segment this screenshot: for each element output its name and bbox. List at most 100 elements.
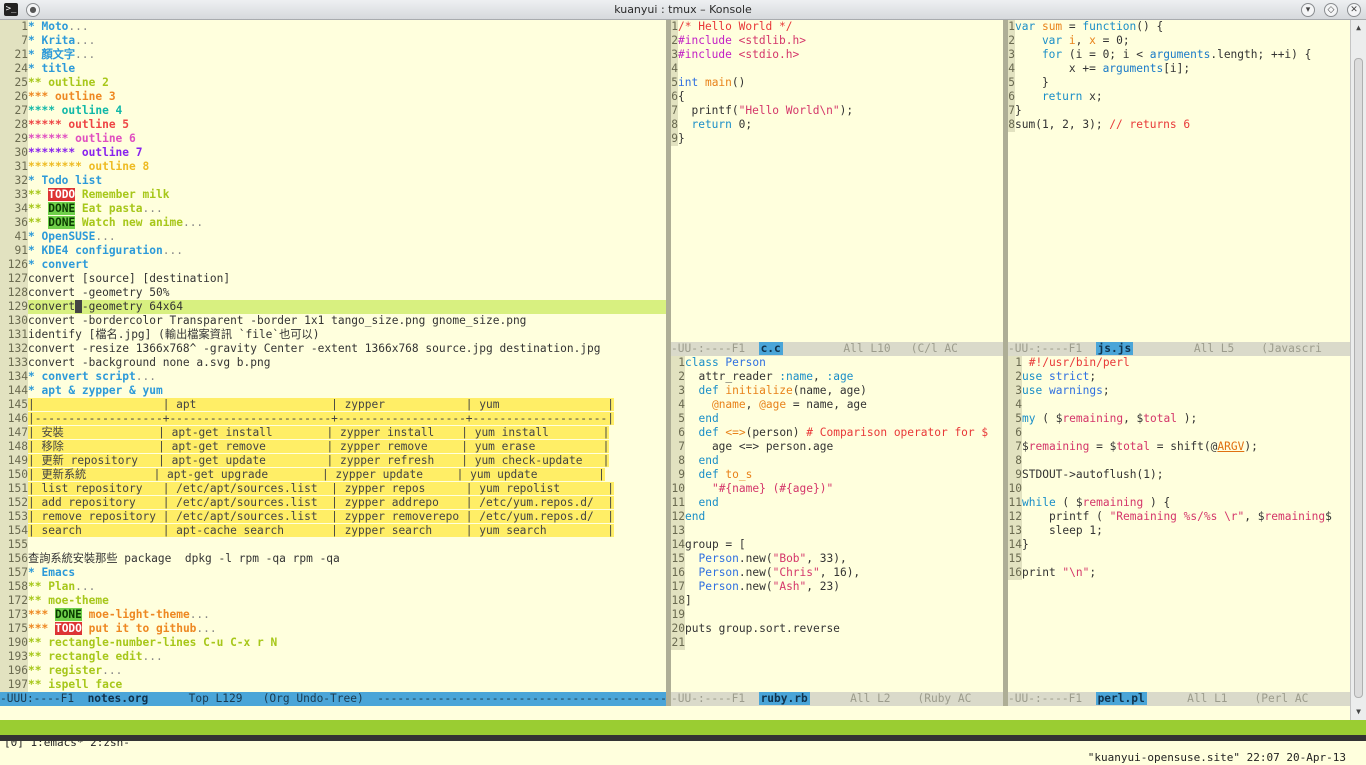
minibuffer[interactable] [0, 706, 1350, 720]
code-line[interactable]: 146|-------------------+----------------… [0, 412, 666, 426]
code-line[interactable]: 129convert -geometry 64x64 [0, 300, 666, 314]
code-line[interactable]: 14group = [ [671, 538, 1003, 552]
code-line[interactable]: 16print "\n"; [1008, 566, 1350, 580]
code-line[interactable]: 15 [1008, 552, 1350, 566]
code-line[interactable]: 9} [671, 132, 1003, 146]
code-line[interactable]: 157* Emacs [0, 566, 666, 580]
maximize-icon[interactable]: ◇ [1324, 3, 1338, 17]
code-line[interactable]: 9STDOUT->autoflush(1); [1008, 468, 1350, 482]
buffer-name[interactable]: notes.org [88, 692, 149, 705]
code-line[interactable]: 132convert -resize 1366x768^ -gravity Ce… [0, 342, 666, 356]
code-line[interactable]: 30******* outline 7 [0, 146, 666, 160]
code-line[interactable]: 2use strict; [1008, 370, 1350, 384]
code-line[interactable]: 36** DONE Watch new anime... [0, 216, 666, 230]
code-line[interactable]: 10 [1008, 482, 1350, 496]
code-line[interactable]: 13 [671, 524, 1003, 538]
code-line[interactable]: 24* title [0, 62, 666, 76]
code-line[interactable]: 8 [1008, 454, 1350, 468]
code-line[interactable]: 4 x += arguments[i]; [1008, 62, 1350, 76]
code-line[interactable]: 91* KDE4 configuration... [0, 244, 666, 258]
code-line[interactable]: 3 for (i = 0; i < arguments.length; ++i)… [1008, 48, 1350, 62]
js-editor-pane[interactable]: 1var sum = function() {2 var i, x = 0; 3 … [1008, 20, 1350, 342]
code-line[interactable]: 3 def initialize(name, age) [671, 384, 1003, 398]
code-line[interactable]: 193** rectangle edit... [0, 650, 666, 664]
code-line[interactable]: 15 Person.new("Bob", 33), [671, 552, 1003, 566]
code-line[interactable]: 7 age <=> person.age [671, 440, 1003, 454]
code-line[interactable]: 144* apt & zypper & yum [0, 384, 666, 398]
code-line[interactable]: 7* Krita... [0, 34, 666, 48]
code-line[interactable]: 8 return 0; [671, 118, 1003, 132]
code-line[interactable]: 31******** outline 8 [0, 160, 666, 174]
code-line[interactable]: 6 [1008, 426, 1350, 440]
code-line[interactable]: 6 return x; [1008, 90, 1350, 104]
code-line[interactable]: 21* 顏文字... [0, 48, 666, 62]
buffer-name[interactable]: ruby.rb [758, 692, 810, 705]
code-line[interactable]: 16 Person.new("Chris", 16), [671, 566, 1003, 580]
code-line[interactable]: 158** Plan... [0, 580, 666, 594]
code-line[interactable]: 153| remove repository | /etc/apt/source… [0, 510, 666, 524]
code-line[interactable]: 190** rectangle-number-lines C-u C-x r N [0, 636, 666, 650]
code-line[interactable]: 150| 更新系統 | apt-get upgrade | zypper upd… [0, 468, 666, 482]
code-line[interactable]: 8sum(1, 2, 3); // returns 6 [1008, 118, 1350, 132]
code-line[interactable]: 26*** outline 3 [0, 90, 666, 104]
code-line[interactable]: 4 [671, 62, 1003, 76]
code-line[interactable]: 131identify [檔名.jpg] (輸出檔案資訊 `file`也可以) [0, 328, 666, 342]
code-line[interactable]: 151| list repository | /etc/apt/sources.… [0, 482, 666, 496]
code-line[interactable]: 33** TODO Remember milk [0, 188, 666, 202]
code-line[interactable]: 12 printf ( "Remaining %s/%s \r", $remai… [1008, 510, 1350, 524]
code-line[interactable]: 19 [671, 608, 1003, 622]
minimize-icon[interactable]: ▾ [1301, 3, 1315, 17]
code-line[interactable]: 14} [1008, 538, 1350, 552]
code-line[interactable]: 128convert -geometry 50% [0, 286, 666, 300]
code-line[interactable]: 2 attr_reader :name, :age [671, 370, 1003, 384]
code-line[interactable]: 154| search | apt-cache search | zypper … [0, 524, 666, 538]
code-line[interactable]: 18] [671, 594, 1003, 608]
code-line[interactable]: 6{ [671, 90, 1003, 104]
code-line[interactable]: 3#include <stdio.h> [671, 48, 1003, 62]
code-line[interactable]: 12end [671, 510, 1003, 524]
ruby-editor-pane[interactable]: 1class Person 2 attr_reader :name, :age 3 … [671, 356, 1003, 692]
perl-editor-pane[interactable]: 1 #!/usr/bin/perl 2use strict; 3use warnin… [1008, 356, 1350, 692]
code-line[interactable]: 29****** outline 6 [0, 132, 666, 146]
code-line[interactable]: 1class Person [671, 356, 1003, 370]
buffer-name[interactable]: perl.pl [1095, 692, 1147, 705]
code-line[interactable]: 145| | apt | zypper | yum | [0, 398, 666, 412]
code-line[interactable]: 134* convert script... [0, 370, 666, 384]
code-line[interactable]: 175*** TODO put it to github... [0, 622, 666, 636]
code-line[interactable]: 41* OpenSUSE... [0, 230, 666, 244]
code-line[interactable]: 126* convert [0, 258, 666, 272]
code-line[interactable]: 5int main() [671, 76, 1003, 90]
code-line[interactable]: 7} [1008, 104, 1350, 118]
terminal-scrollbar[interactable]: ▲ ▼ [1350, 20, 1366, 720]
c-editor-pane[interactable]: 1/* Hello World */2#include <stdlib.h> 3#… [671, 20, 1003, 342]
code-line[interactable]: 7 printf("Hello World\n"); [671, 104, 1003, 118]
code-line[interactable]: 25** outline 2 [0, 76, 666, 90]
code-line[interactable]: 8 end [671, 454, 1003, 468]
code-line[interactable]: 1* Moto... [0, 20, 666, 34]
code-line[interactable]: 2 var i, x = 0; [1008, 34, 1350, 48]
code-line[interactable]: 1/* Hello World */ [671, 20, 1003, 34]
code-line[interactable]: 197** ispell face [0, 678, 666, 692]
code-line[interactable]: 133convert -background none a.svg b.png [0, 356, 666, 370]
code-line[interactable]: 2#include <stdlib.h> [671, 34, 1003, 48]
code-line[interactable]: 1 #!/usr/bin/perl [1008, 356, 1350, 370]
buffer-name[interactable]: js.js [1095, 342, 1134, 355]
code-line[interactable]: 13 sleep 1; [1008, 524, 1350, 538]
code-line[interactable]: 11 end [671, 496, 1003, 510]
scroll-up-icon[interactable]: ▲ [1353, 22, 1364, 34]
code-line[interactable]: 130convert -bordercolor Transparent -bor… [0, 314, 666, 328]
code-line[interactable]: 10 "#{name} (#{age})" [671, 482, 1003, 496]
code-line[interactable]: 147| 安裝 | apt-get install | zypper insta… [0, 426, 666, 440]
code-line[interactable]: 149| 更新 repository | apt-get update | zy… [0, 454, 666, 468]
code-line[interactable]: 32* Todo list [0, 174, 666, 188]
code-line[interactable]: 5 end [671, 412, 1003, 426]
code-line[interactable]: 28***** outline 5 [0, 118, 666, 132]
code-line[interactable]: 6 def <=>(person) # Comparison operator … [671, 426, 1003, 440]
code-line[interactable]: 3use warnings; [1008, 384, 1350, 398]
code-line[interactable]: 172** moe-theme [0, 594, 666, 608]
code-line[interactable]: 17 Person.new("Ash", 23) [671, 580, 1003, 594]
code-line[interactable]: 155 [0, 538, 666, 552]
scroll-thumb[interactable] [1354, 58, 1363, 698]
code-line[interactable]: 9 def to_s [671, 468, 1003, 482]
code-line[interactable]: 27**** outline 4 [0, 104, 666, 118]
